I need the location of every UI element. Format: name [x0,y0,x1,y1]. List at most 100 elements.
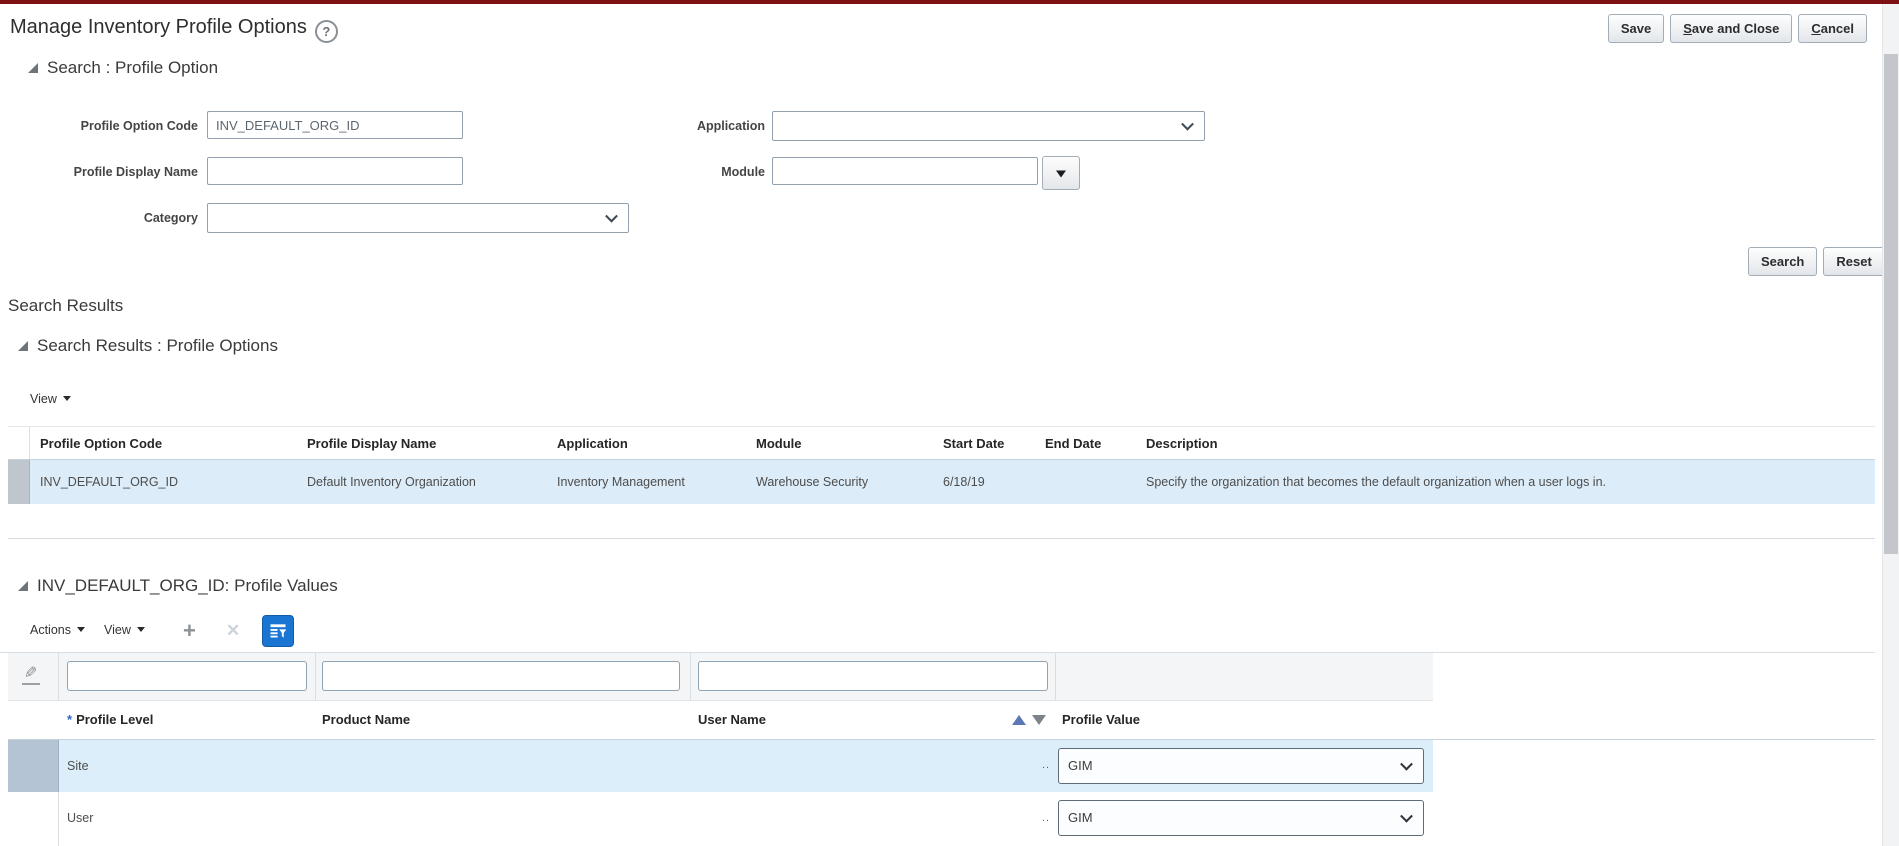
row-selector-cell[interactable] [8,460,30,504]
query-by-example-button[interactable] [262,615,294,647]
save-and-close-accesskey: S [1683,21,1692,36]
table-filter-icon [270,624,287,638]
results-section-header: Search Results : Profile Options [18,336,278,356]
vertical-scrollbar-thumb[interactable] [1884,54,1898,554]
profile-value-row-site[interactable]: Site .. GIM [8,740,1433,792]
profile-option-code-label: Profile Option Code [80,119,198,133]
category-select[interactable] [207,203,629,233]
module-label: Module [721,165,765,179]
cell-end-date [1035,460,1136,504]
column-header-module: Module [756,436,802,451]
cancel-button[interactable]: Cancel [1798,14,1867,43]
module-input[interactable] [772,157,1038,185]
row-selector-cell[interactable] [8,740,59,792]
profile-option-code-input[interactable] [207,111,463,139]
column-header-profile-display-name: Profile Display Name [307,436,437,451]
chevron-down-icon [1400,809,1413,823]
column-header-description: Description [1146,436,1218,451]
profile-values-table: ✎ * Profile Level Product Name User Name … [8,653,1875,846]
sort-descending-icon[interactable] [1032,715,1046,725]
profile-values-toolbar: Actions View + ✕ [0,610,1875,653]
column-header-profile-level: * Profile Level [67,701,153,739]
profile-level-header-label: Profile Level [76,712,154,727]
help-icon[interactable]: ? [314,20,338,43]
pv-view-menu-label: View [104,623,131,637]
dropdown-triangle-icon [1056,170,1066,178]
profile-value-select[interactable]: GIM [1058,800,1424,836]
page-title: Manage Inventory Profile Options? [10,16,338,43]
cancel-label: ancel [1820,21,1854,36]
module-dropdown-button[interactable] [1042,156,1080,190]
column-header-start-date: Start Date [943,436,1005,451]
results-view-menu[interactable]: View [30,392,71,406]
save-and-close-button[interactable]: Save and Close [1670,14,1793,43]
actions-menu-label: Actions [30,623,71,637]
application-label: Application [696,119,765,133]
reset-button[interactable]: Reset [1823,247,1885,276]
row-selector-cell[interactable] [8,792,59,846]
profile-display-name-input[interactable] [207,157,463,185]
search-section-title: Search : Profile Option [47,58,219,77]
column-header-user-name: User Name [698,712,766,727]
caret-down-icon [136,627,145,632]
sort-ascending-icon[interactable] [1012,715,1026,725]
row-selector-header-cell [8,427,30,459]
category-label: Category [143,211,198,225]
results-table-header-row: Profile Option Code Profile Display Name… [8,426,1875,460]
collapse-triangle-icon[interactable] [18,581,28,591]
profile-values-header-row: * Profile Level Product Name User Name Pr… [8,701,1875,740]
column-header-profile-value: Profile Value [1062,712,1141,727]
profile-values-section-header: INV_DEFAULT_ORG_ID: Profile Values [18,576,338,596]
cancel-accesskey: C [1811,21,1821,36]
header-actions: Save Save and Close Cancel [1607,14,1867,43]
profile-value-selected-option: GIM [1068,810,1093,825]
search-form-actions: Search Reset [1748,247,1885,276]
save-button[interactable]: Save [1607,14,1665,43]
column-divider [1055,653,1056,700]
results-section-title: Search Results : Profile Options [37,336,278,355]
collapse-triangle-icon[interactable] [18,341,28,351]
manage-inventory-profile-options-page: Manage Inventory Profile Options? Save S… [0,0,1899,846]
search-button[interactable]: Search [1748,247,1818,276]
cell-description: Specify the organization that becomes th… [1146,475,1607,489]
cell-profile-display-name: Default Inventory Organization [307,475,476,489]
cell-profile-level: User [67,811,94,825]
profile-value-select[interactable]: GIM [1058,748,1424,784]
results-view-menu-label: View [30,392,57,406]
cell-module: Warehouse Security [756,475,869,489]
search-section-header: Search : Profile Option [28,58,218,78]
edit-filter-icon: ✎ [24,665,38,682]
page-title-text: Manage Inventory Profile Options [10,16,307,38]
cell-profile-level: Site [67,759,89,773]
cell-start-date: 6/18/19 [943,475,985,489]
column-header-end-date: End Date [1045,436,1102,451]
caret-down-icon [62,396,71,401]
chevron-down-icon [605,209,618,223]
pv-view-menu[interactable]: View [104,623,145,637]
vertical-scrollbar-track[interactable] [1882,4,1899,846]
cell-profile-option-code: INV_DEFAULT_ORG_ID [40,475,179,489]
collapse-triangle-icon[interactable] [28,63,38,73]
filter-profile-level-input[interactable] [67,661,307,691]
column-divider [58,653,59,700]
column-header-product-name: Product Name [322,712,411,727]
caret-down-icon [77,627,85,632]
actions-menu[interactable]: Actions [30,623,85,637]
profile-values-title: INV_DEFAULT_ORG_ID: Profile Values [37,576,338,595]
application-select[interactable] [772,111,1205,141]
results-table-row-selected[interactable]: INV_DEFAULT_ORG_ID Default Inventory Org… [8,460,1875,504]
cell-application: Inventory Management [557,475,685,489]
results-table: Profile Option Code Profile Display Name… [8,426,1875,539]
truncated-ellipsis: .. [1042,811,1051,824]
delete-row-icon-disabled: ✕ [226,621,241,640]
filter-user-name-input[interactable] [698,661,1048,691]
filter-product-name-input[interactable] [322,661,680,691]
chevron-down-icon [1400,757,1413,771]
profile-value-selected-option: GIM [1068,758,1093,773]
filter-row: ✎ [8,653,1433,701]
add-row-icon[interactable]: + [183,618,196,644]
chevron-down-icon [1181,117,1194,131]
profile-value-row-user[interactable]: User .. GIM [8,792,1433,846]
column-header-profile-option-code: Profile Option Code [40,436,163,451]
search-results-title: Search Results [8,296,124,315]
